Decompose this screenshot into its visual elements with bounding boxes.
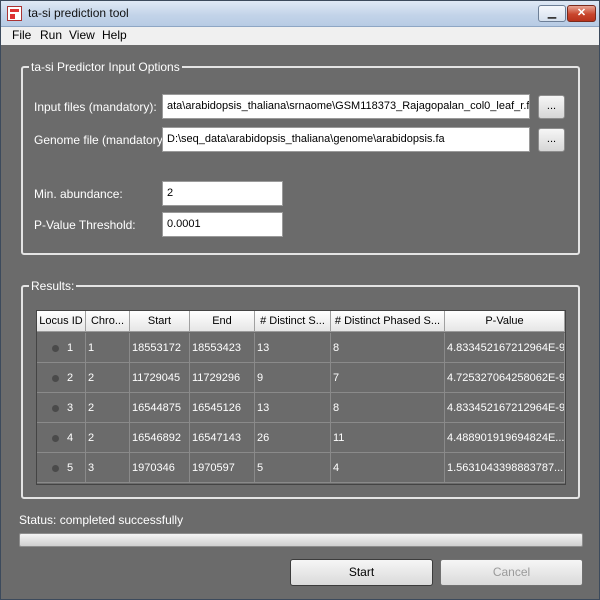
results-table[interactable]: Locus ID Chro... Start End # Distinct S.… — [36, 310, 566, 485]
column-header-start[interactable]: Start — [130, 311, 190, 332]
cell-distinct: 9 — [255, 363, 331, 393]
progress-bar — [19, 533, 583, 547]
cell-distinct: 13 — [255, 333, 331, 363]
cell-distinct: 13 — [255, 393, 331, 423]
locus-number: 2 — [67, 372, 74, 384]
cell-phased: 8 — [331, 393, 445, 423]
table-row[interactable]: 1 1 18553172 18553423 13 8 4.83345216721… — [37, 333, 565, 363]
column-header-end[interactable]: End — [190, 311, 255, 332]
menu-bar: File Run View Help — [1, 27, 599, 45]
genome-file-label: Genome file (mandatory): — [34, 133, 171, 147]
cell-end: 1970597 — [190, 453, 255, 483]
cell-pvalue: 4.488901919694824E... — [445, 423, 565, 453]
column-header-distinct-phased[interactable]: # Distinct Phased S... — [331, 311, 445, 332]
column-header-pvalue[interactable]: P-Value — [445, 311, 565, 332]
cell-chromosome: 2 — [86, 363, 130, 393]
menu-run[interactable]: Run — [40, 28, 62, 42]
close-button[interactable]: ✕ — [567, 5, 596, 22]
cell-pvalue: 4.833452167212964E-9 — [445, 333, 565, 363]
cell-phased: 4 — [331, 453, 445, 483]
cell-end: 16545126 — [190, 393, 255, 423]
start-button[interactable]: Start — [290, 559, 433, 586]
title-bar[interactable]: ta-si prediction tool ▁ ✕ — [1, 1, 599, 27]
genome-file-field[interactable]: D:\seq_data\arabidopsis_thaliana\genome\… — [162, 127, 530, 152]
cell-end: 16547143 — [190, 423, 255, 453]
input-files-label: Input files (mandatory): — [34, 100, 157, 114]
pvalue-threshold-label: P-Value Threshold: — [34, 218, 136, 232]
cell-pvalue: 1.5631043398883787... — [445, 453, 565, 483]
cell-end: 11729296 — [190, 363, 255, 393]
cell-locus: 4 — [37, 423, 86, 453]
status-dot-icon — [52, 345, 59, 352]
locus-number: 1 — [67, 342, 74, 354]
status-dot-icon — [52, 435, 59, 442]
cell-end: 18553423 — [190, 333, 255, 363]
cell-start: 18553172 — [130, 333, 190, 363]
minimize-button[interactable]: ▁ — [538, 5, 566, 22]
cell-phased: 11 — [331, 423, 445, 453]
status-dot-icon — [52, 405, 59, 412]
results-title: Results: — [29, 279, 77, 293]
cell-locus: 2 — [37, 363, 86, 393]
table-row[interactable]: 3 2 16544875 16545126 13 8 4.83345216721… — [37, 393, 565, 423]
window-title: ta-si prediction tool — [28, 6, 129, 20]
cell-pvalue: 4.833452167212964E-9 — [445, 393, 565, 423]
min-abundance-field[interactable]: 2 — [162, 181, 283, 206]
menu-help[interactable]: Help — [102, 28, 127, 42]
cell-phased: 7 — [331, 363, 445, 393]
cell-start: 16546892 — [130, 423, 190, 453]
menu-file[interactable]: File — [12, 28, 31, 42]
status-dot-icon — [52, 465, 59, 472]
cell-phased: 8 — [331, 333, 445, 363]
table-row[interactable]: 2 2 11729045 11729296 9 7 4.725327064258… — [37, 363, 565, 393]
table-row[interactable]: 5 3 1970346 1970597 5 4 1.56310433988837… — [37, 453, 565, 483]
cancel-button[interactable]: Cancel — [440, 559, 583, 586]
column-header-chromosome[interactable]: Chro... — [86, 311, 130, 332]
cell-chromosome: 1 — [86, 333, 130, 363]
cell-start: 1970346 — [130, 453, 190, 483]
input-files-browse-button[interactable]: ... — [538, 95, 565, 119]
cell-start: 11729045 — [130, 363, 190, 393]
genome-file-browse-button[interactable]: ... — [538, 128, 565, 152]
locus-number: 3 — [67, 402, 74, 414]
locus-number: 4 — [67, 432, 74, 444]
app-icon — [7, 6, 22, 21]
locus-number: 5 — [67, 462, 74, 474]
minimize-icon: ▁ — [547, 7, 557, 19]
main-window: ta-si prediction tool ▁ ✕ File Run View … — [0, 0, 600, 600]
pvalue-threshold-field[interactable]: 0.0001 — [162, 212, 283, 237]
input-files-field[interactable]: ata\arabidopsis_thaliana\srnaome\GSM1183… — [162, 94, 530, 119]
min-abundance-label: Min. abundance: — [34, 187, 123, 201]
status-dot-icon — [52, 375, 59, 382]
cell-chromosome: 3 — [86, 453, 130, 483]
cell-locus: 3 — [37, 393, 86, 423]
cell-chromosome: 2 — [86, 423, 130, 453]
table-header: Locus ID Chro... Start End # Distinct S.… — [37, 311, 565, 332]
menu-view[interactable]: View — [69, 28, 95, 42]
table-row[interactable]: 4 2 16546892 16547143 26 11 4.4889019196… — [37, 423, 565, 453]
cell-start: 16544875 — [130, 393, 190, 423]
status-text: Status: completed successfully — [19, 513, 184, 527]
cell-chromosome: 2 — [86, 393, 130, 423]
close-icon: ✕ — [576, 7, 587, 19]
cell-locus: 1 — [37, 333, 86, 363]
input-options-title: ta-si Predictor Input Options — [29, 60, 182, 74]
column-header-locus-id[interactable]: Locus ID — [37, 311, 86, 332]
cell-locus: 5 — [37, 453, 86, 483]
cell-distinct: 5 — [255, 453, 331, 483]
column-header-distinct-s[interactable]: # Distinct S... — [255, 311, 331, 332]
cell-pvalue: 4.725327064258062E-9 — [445, 363, 565, 393]
cell-distinct: 26 — [255, 423, 331, 453]
